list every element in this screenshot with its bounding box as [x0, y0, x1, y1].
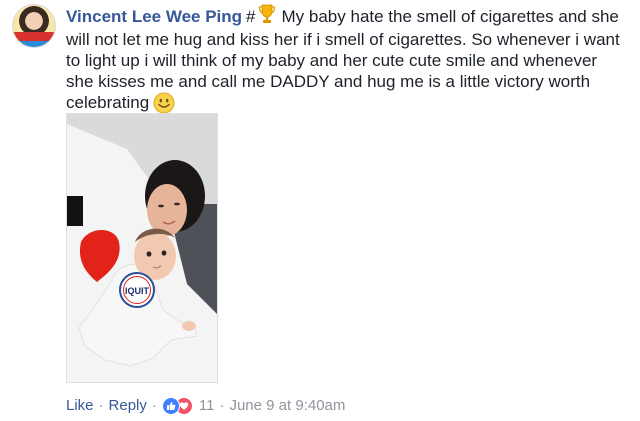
separator-dot: ·: [219, 397, 225, 414]
avatar-banner: [13, 32, 55, 41]
photo-mother-and-baby: IQUIT: [67, 114, 217, 382]
separator-dot: ·: [98, 397, 104, 414]
attached-photo[interactable]: IQUIT: [66, 113, 218, 383]
comment-author[interactable]: Vincent Lee Wee Ping: [66, 7, 242, 26]
reply-link[interactable]: Reply: [109, 396, 147, 416]
comment-body: Vincent Lee Wee Ping # My baby hate the s…: [66, 4, 624, 119]
reaction-count[interactable]: 11: [199, 396, 215, 416]
author-avatar[interactable]: [12, 4, 56, 48]
like-reaction-icon: [161, 397, 180, 415]
avatar-banner-stripe: [13, 41, 55, 47]
like-link[interactable]: Like: [66, 396, 94, 416]
shirt-badge-text: IQUIT: [125, 286, 150, 296]
hashtag-symbol: #: [246, 7, 256, 26]
separator-dot: ·: [151, 397, 157, 414]
trophy-icon: [258, 4, 276, 29]
comment-actions: Like · Reply · 11 · June 9 at 9:40am: [66, 396, 345, 416]
comment-timestamp[interactable]: June 9 at 9:40am: [229, 396, 345, 416]
reactions-summary[interactable]: [161, 397, 193, 415]
